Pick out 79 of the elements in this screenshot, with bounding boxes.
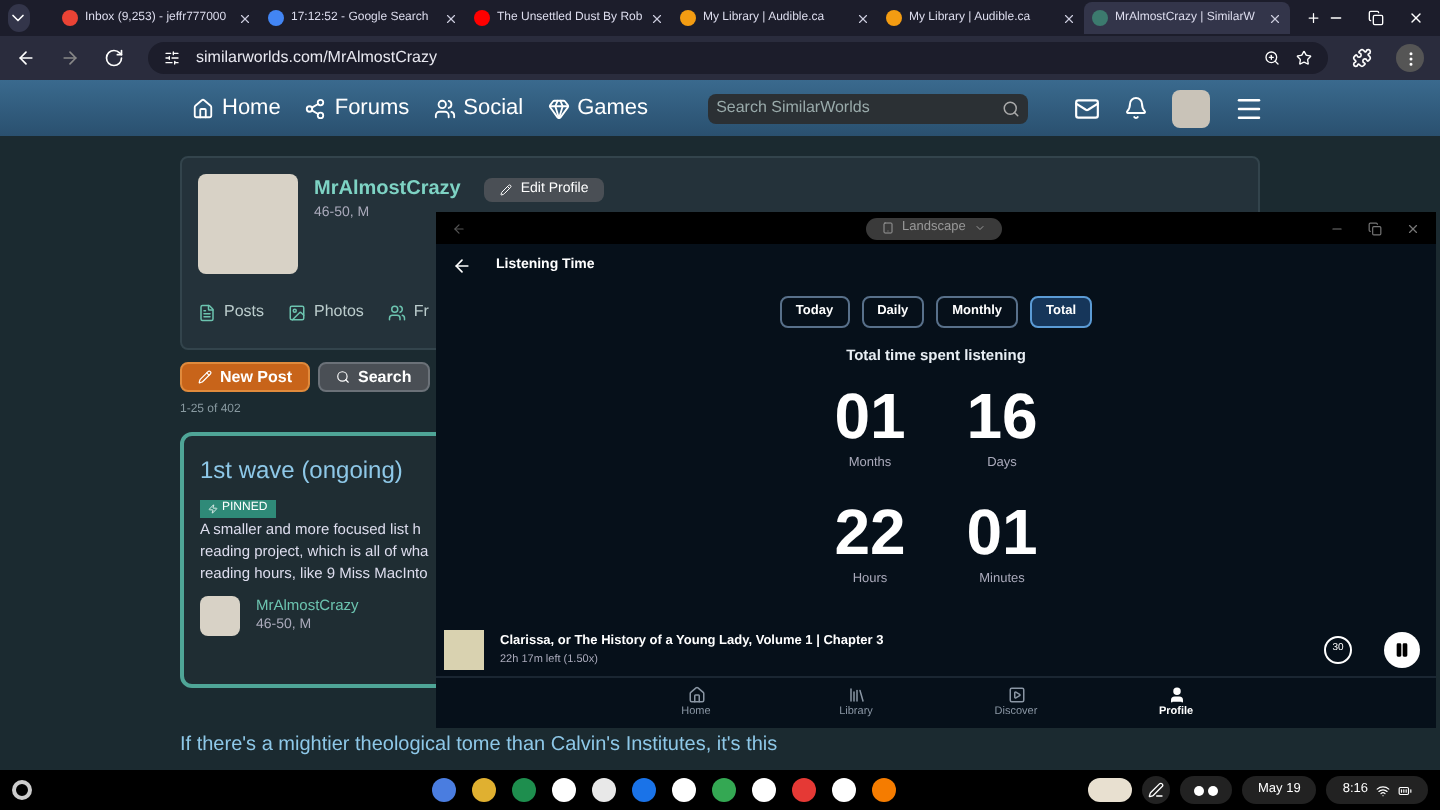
bolt-icon (208, 504, 218, 514)
new-tab-icon[interactable] (1305, 8, 1320, 28)
search-button[interactable]: Search (318, 362, 430, 392)
app-icon[interactable] (472, 778, 496, 802)
mail-icon[interactable] (1074, 95, 1100, 121)
app-icon[interactable] (592, 778, 616, 802)
status-pill[interactable] (1180, 776, 1233, 804)
stat-value: 16 (966, 380, 1038, 452)
media-thumbnail-placeholder[interactable] (1088, 778, 1133, 802)
app-icon[interactable] (712, 778, 736, 802)
app-icon[interactable] (672, 778, 696, 802)
post-title[interactable]: 1st wave (ongoing) (200, 452, 403, 496)
nav-link[interactable]: Social (433, 91, 524, 125)
menu-button[interactable] (1396, 44, 1424, 72)
tab-search-button[interactable] (8, 4, 29, 32)
stat-value: 01 (966, 496, 1038, 568)
search-icon[interactable] (1002, 99, 1021, 117)
person-icon (1167, 685, 1185, 704)
stat-value: 01 (834, 380, 906, 452)
extensions-icon[interactable] (1352, 48, 1372, 68)
profile-link[interactable]: Posts (198, 300, 265, 324)
play-square-icon (1007, 685, 1025, 704)
app-icon[interactable] (872, 778, 896, 802)
favicon-icon (473, 10, 489, 26)
favicon-icon (61, 10, 77, 26)
gem-icon (547, 97, 570, 119)
pencil-icon (198, 370, 212, 384)
back-icon[interactable] (16, 48, 36, 68)
author-avatar-placeholder (200, 595, 240, 636)
library-icon (847, 685, 865, 704)
chevron-down-icon (973, 222, 986, 234)
app-icon[interactable] (832, 778, 856, 802)
home-icon (192, 97, 214, 119)
restore-icon[interactable] (1368, 10, 1384, 26)
document-icon (198, 303, 216, 321)
profile-link[interactable]: Fr (387, 300, 429, 324)
url-text: similarworlds.com/MrAlmostCrazy (196, 46, 437, 70)
back-icon[interactable] (452, 256, 472, 276)
launcher-icon[interactable] (12, 780, 32, 800)
image-icon (288, 303, 307, 321)
pause-icon (1394, 642, 1410, 658)
favicon-icon (267, 10, 283, 26)
search-icon (336, 370, 351, 384)
address-field[interactable]: similarworlds.com/MrAlmostCrazy (148, 42, 1328, 74)
nav-link[interactable]: Forums (304, 91, 410, 125)
profile-link[interactable]: Photos (288, 300, 364, 324)
favicon-icon (1091, 10, 1107, 26)
forward-icon[interactable] (60, 48, 80, 68)
profile-name: MrAlmostCrazy (314, 176, 461, 204)
app-icon[interactable] (552, 778, 576, 802)
post-title[interactable]: If there's a mightier theological tome than Calvin's Institutes, it's this (180, 734, 778, 758)
sliders-icon[interactable] (164, 50, 180, 66)
nav-link[interactable]: Home (192, 91, 281, 125)
nodes-icon (304, 97, 327, 119)
stylus-button[interactable] (1142, 776, 1171, 804)
tablet-icon (882, 222, 894, 234)
battery-icon (1398, 783, 1412, 797)
wifi-icon (1376, 783, 1390, 797)
pause-button[interactable] (1384, 632, 1420, 668)
search-placeholder: Search SimilarWorlds (716, 96, 870, 120)
app-icon[interactable] (752, 778, 776, 802)
favicon-icon (885, 10, 901, 26)
pencil-icon (500, 184, 513, 196)
people-icon (433, 97, 456, 119)
reload-icon[interactable] (104, 48, 124, 68)
avatar-placeholder[interactable] (1172, 89, 1210, 127)
pen-icon[interactable] (1148, 782, 1165, 798)
favicon-icon (679, 10, 695, 26)
photo-placeholder (198, 174, 298, 274)
stat-value: 22 (834, 496, 906, 568)
menu-icon[interactable] (1234, 93, 1264, 123)
star-icon[interactable] (1296, 50, 1312, 66)
new-post-button[interactable]: New Post (180, 362, 311, 392)
nav-link[interactable]: Games (547, 91, 649, 125)
people-icon (387, 303, 406, 321)
bell-icon[interactable] (1124, 96, 1148, 120)
search-field[interactable]: Search SimilarWorlds (708, 93, 1029, 123)
home-icon (687, 685, 705, 704)
zoom-icon[interactable] (1264, 50, 1280, 66)
